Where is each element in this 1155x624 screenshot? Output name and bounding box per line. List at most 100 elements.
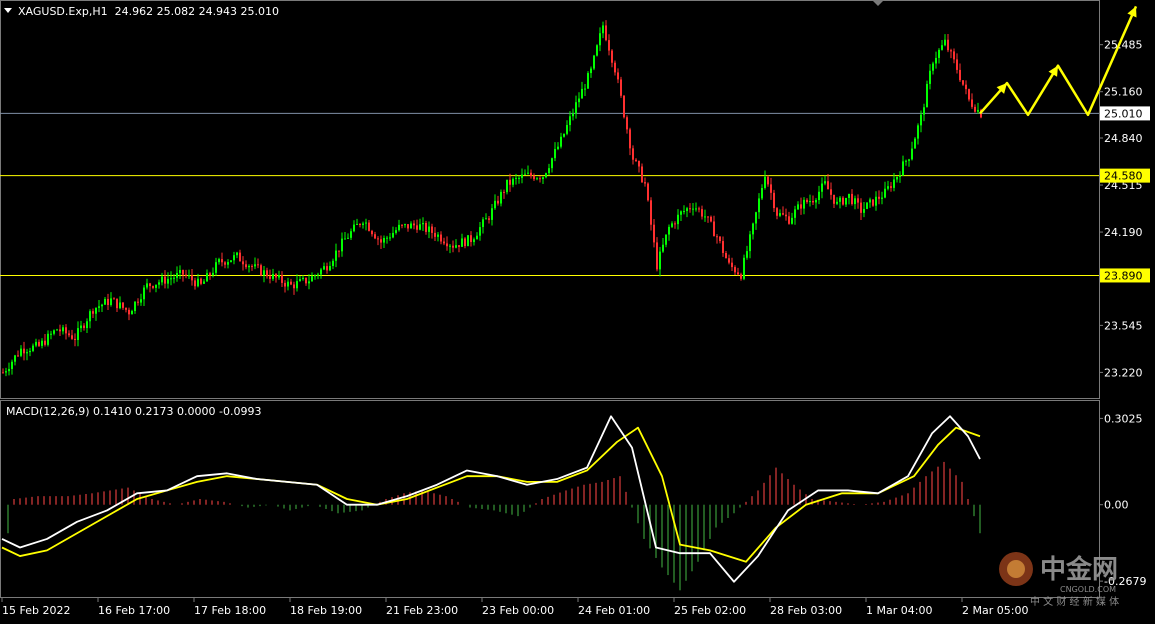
bear-candle — [830, 189, 832, 195]
bull-candle — [455, 245, 457, 248]
bear-candle — [647, 183, 649, 201]
bear-candle — [164, 276, 166, 284]
trading-chart[interactable]: 25.48525.16024.84024.51524.19023.54523.2… — [0, 0, 1155, 620]
bear-candle — [416, 225, 418, 230]
bear-candle — [962, 80, 964, 85]
bear-candle — [737, 272, 739, 275]
bear-candle — [224, 262, 226, 265]
bear-candle — [113, 298, 115, 300]
bull-candle — [236, 252, 238, 256]
bear-candle — [359, 223, 361, 225]
bull-candle — [140, 299, 142, 303]
bear-candle — [959, 69, 961, 81]
time-axis-label: 15 Feb 2022 — [2, 604, 70, 617]
bear-candle — [17, 355, 19, 357]
bull-candle — [119, 302, 121, 309]
bull-candle — [50, 333, 52, 335]
bull-candle — [398, 224, 400, 231]
bear-candle — [614, 62, 616, 73]
bull-candle — [758, 198, 760, 213]
bull-candle — [545, 173, 547, 178]
bear-candle — [269, 276, 271, 279]
bear-candle — [245, 264, 247, 268]
bull-candle — [692, 208, 694, 210]
bull-candle — [320, 269, 322, 275]
bull-candle — [917, 125, 919, 139]
bull-candle — [848, 193, 850, 198]
bull-candle — [437, 234, 439, 237]
bear-candle — [125, 307, 127, 310]
bear-candle — [290, 281, 292, 285]
time-axis-label: 21 Feb 23:00 — [386, 604, 458, 617]
bear-candle — [221, 259, 223, 263]
bull-candle — [296, 281, 298, 289]
bear-candle — [326, 266, 328, 271]
bull-candle — [572, 113, 574, 117]
bull-candle — [677, 214, 679, 225]
bull-candle — [695, 208, 697, 210]
bull-candle — [158, 282, 160, 285]
bull-candle — [32, 345, 34, 351]
bull-candle — [344, 238, 346, 240]
bull-candle — [932, 63, 934, 71]
bear-candle — [734, 267, 736, 273]
watermark-tagline: 中 文 财 经 新 媒 体 — [1030, 595, 1119, 608]
bull-candle — [506, 179, 508, 193]
bull-candle — [902, 161, 904, 176]
bull-candle — [761, 187, 763, 199]
bear-candle — [38, 341, 40, 346]
bull-candle — [131, 310, 133, 315]
bull-candle — [824, 181, 826, 184]
bull-candle — [35, 341, 37, 346]
bull-candle — [449, 245, 451, 247]
bull-candle — [422, 222, 424, 225]
bull-candle — [869, 199, 871, 203]
bull-candle — [881, 197, 883, 199]
bull-candle — [227, 262, 229, 265]
bear-candle — [827, 181, 829, 190]
bull-candle — [350, 231, 352, 238]
bear-candle — [632, 148, 634, 160]
bull-candle — [98, 306, 100, 308]
bull-candle — [683, 211, 685, 213]
bull-candle — [410, 223, 412, 229]
bear-candle — [257, 264, 259, 266]
bull-candle — [494, 200, 496, 209]
bear-candle — [446, 243, 448, 247]
bear-candle — [251, 265, 253, 267]
bull-candle — [41, 340, 43, 346]
bear-candle — [731, 262, 733, 268]
bull-candle — [863, 208, 865, 213]
bull-candle — [302, 277, 304, 280]
bull-candle — [155, 284, 157, 288]
bull-candle — [248, 265, 250, 268]
bear-candle — [857, 198, 859, 203]
bull-candle — [365, 222, 367, 224]
bull-candle — [308, 281, 310, 284]
bull-candle — [395, 230, 397, 233]
bull-candle — [575, 102, 577, 114]
price-axis-label: 24.840 — [1104, 132, 1143, 145]
symbol-header: XAGUSD.Exp,H1 24.962 25.082 24.943 25.01… — [18, 5, 279, 18]
bear-candle — [152, 286, 154, 288]
bull-candle — [476, 235, 478, 240]
bull-candle — [935, 57, 937, 64]
bull-candle — [215, 262, 217, 273]
bear-candle — [242, 261, 244, 265]
bull-candle — [803, 199, 805, 209]
bull-candle — [8, 368, 10, 372]
bear-candle — [116, 298, 118, 309]
bear-candle — [626, 117, 628, 130]
bear-candle — [182, 270, 184, 275]
bull-candle — [578, 98, 580, 103]
bull-candle — [749, 234, 751, 252]
bull-candle — [938, 49, 940, 58]
time-axis-label: 23 Feb 00:00 — [482, 604, 554, 617]
bear-candle — [425, 222, 427, 232]
bull-candle — [911, 148, 913, 160]
bull-candle — [866, 202, 868, 209]
bear-candle — [782, 213, 784, 215]
bull-candle — [104, 298, 106, 305]
bear-candle — [635, 159, 637, 161]
bear-candle — [971, 99, 973, 107]
